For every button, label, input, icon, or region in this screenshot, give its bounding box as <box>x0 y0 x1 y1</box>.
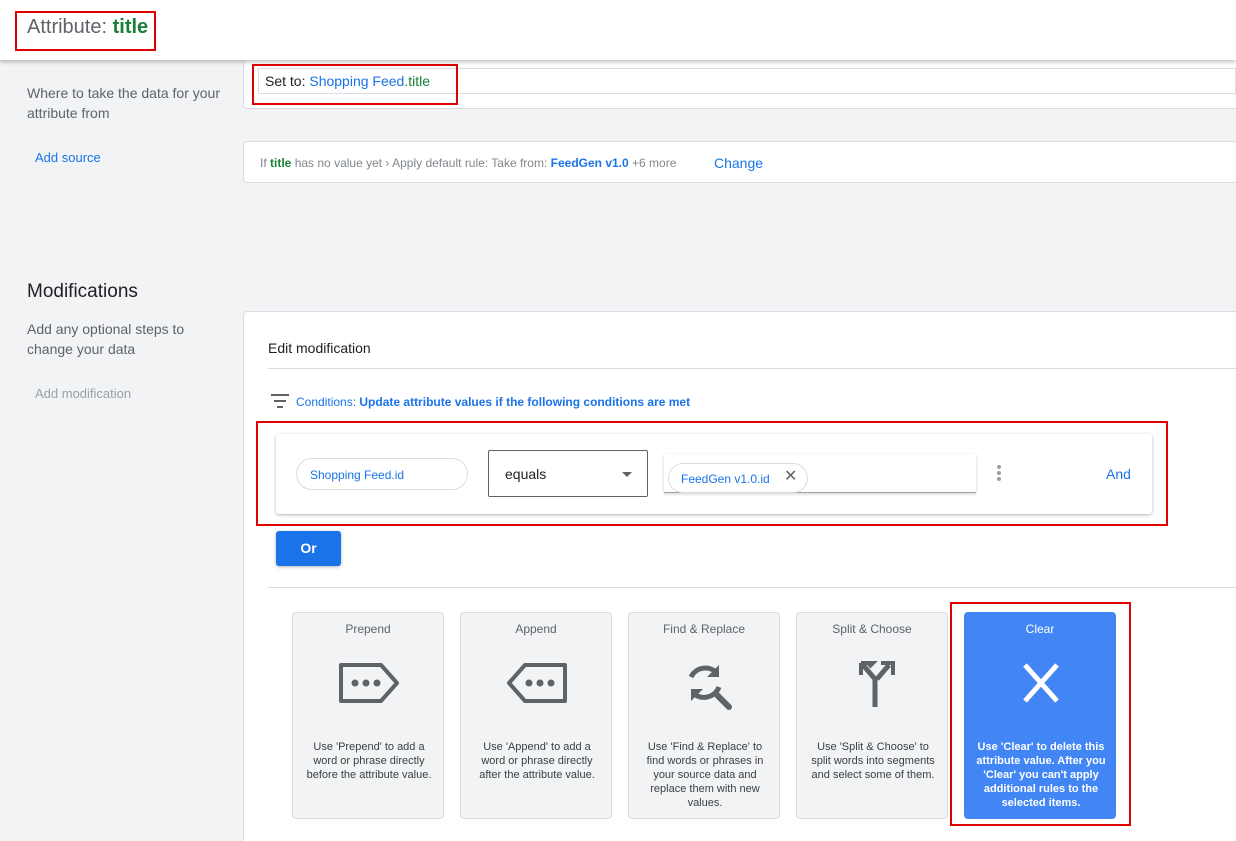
default-rule-text: If title has no value yet › Apply defaul… <box>260 156 677 170</box>
left-column <box>0 60 243 841</box>
tile-description: Use 'Append' to add a word or phrase dir… <box>479 741 595 781</box>
header-bar: Attribute: title <box>0 0 1236 60</box>
modifications-description: Add any optional steps to change your da… <box>27 321 185 357</box>
set-to-highlight <box>252 64 458 105</box>
tile-title: Prepend <box>345 622 391 636</box>
tile-title: Split & Choose <box>832 622 912 636</box>
modifications-heading: Modifications <box>27 281 138 302</box>
tile-title: Append <box>515 622 557 636</box>
tile-prepend[interactable]: Prepend Use 'Prepend' to add a word or p… <box>292 612 444 819</box>
tile-split-choose[interactable]: Split & Choose Use 'Split & Choose' to s… <box>796 612 948 819</box>
edit-modification-title: Edit modification <box>268 340 371 356</box>
prepend-tag-icon <box>339 663 399 703</box>
or-button[interactable]: Or <box>276 531 341 566</box>
divider <box>268 587 1236 588</box>
data-sources-description: Where to take the data for your attribut… <box>27 85 220 121</box>
tile-description: Use 'Find & Replace' to find words or ph… <box>646 741 764 809</box>
append-tag-icon <box>507 663 567 703</box>
tile-append[interactable]: Append Use 'Append' to add a word or phr… <box>460 612 612 819</box>
tile-description: Use 'Split & Choose' to split words into… <box>811 741 935 781</box>
divider <box>268 368 1236 369</box>
title-highlight <box>15 11 156 51</box>
change-link[interactable]: Change <box>714 155 763 171</box>
add-source-link[interactable]: Add source <box>35 150 101 165</box>
split-icon <box>859 661 895 707</box>
tile-title: Find & Replace <box>662 622 746 636</box>
tile-description: Use 'Prepend' to add a word or phrase di… <box>306 741 432 781</box>
clear-tile-highlight <box>950 602 1131 826</box>
filter-icon <box>271 394 289 408</box>
conditions-text: Conditions: Update attribute values if t… <box>296 395 691 409</box>
tile-find-replace[interactable]: Find & Replace Use 'Find & Replace' to f… <box>628 612 780 819</box>
add-modification-link[interactable]: Add modification <box>35 386 131 401</box>
condition-highlight <box>256 421 1168 526</box>
find-replace-icon <box>688 665 732 710</box>
